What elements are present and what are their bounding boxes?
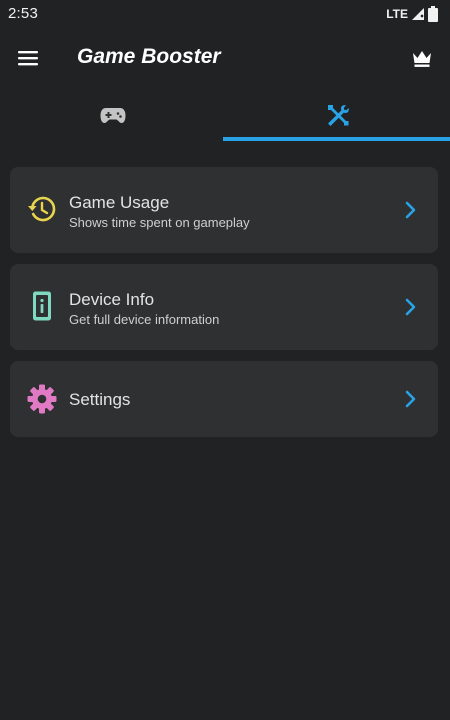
status-icons: LTE <box>386 6 438 22</box>
signal-icon <box>412 8 424 20</box>
network-type: LTE <box>386 7 408 21</box>
tools-icon <box>327 105 349 126</box>
app-bar: Game Booster <box>0 36 450 80</box>
app-title: Game Booster <box>77 45 221 68</box>
tab-indicator <box>223 137 450 141</box>
chevron-right-icon <box>405 298 416 316</box>
device-info-subtitle: Get full device information <box>69 312 220 327</box>
game-usage-subtitle: Shows time spent on gameplay <box>69 215 250 230</box>
battery-icon <box>428 6 438 22</box>
gamepad-icon <box>100 108 125 123</box>
hamburger-menu-icon <box>18 51 38 66</box>
gear-icon <box>27 384 57 414</box>
settings-title: Settings <box>69 390 131 409</box>
premium-button[interactable] <box>410 46 434 70</box>
game-usage-card[interactable]: Game Usage Shows time spent on gameplay <box>10 167 438 253</box>
tab-tools[interactable] <box>225 90 450 142</box>
device-info-title: Device Info <box>69 290 155 309</box>
tab-bar <box>0 90 450 142</box>
status-time: 2:53 <box>8 5 38 22</box>
crown-icon <box>413 51 431 67</box>
device-info-icon <box>33 291 51 321</box>
history-icon <box>28 196 56 222</box>
status-bar: 2:53 LTE <box>0 0 450 28</box>
device-info-card[interactable]: Device Info Get full device information <box>10 264 438 350</box>
chevron-right-icon <box>405 201 416 219</box>
settings-card[interactable]: Settings <box>10 361 438 437</box>
chevron-right-icon <box>405 390 416 408</box>
menu-button[interactable] <box>12 44 44 72</box>
game-usage-title: Game Usage <box>69 193 170 212</box>
tab-games[interactable] <box>0 90 225 142</box>
